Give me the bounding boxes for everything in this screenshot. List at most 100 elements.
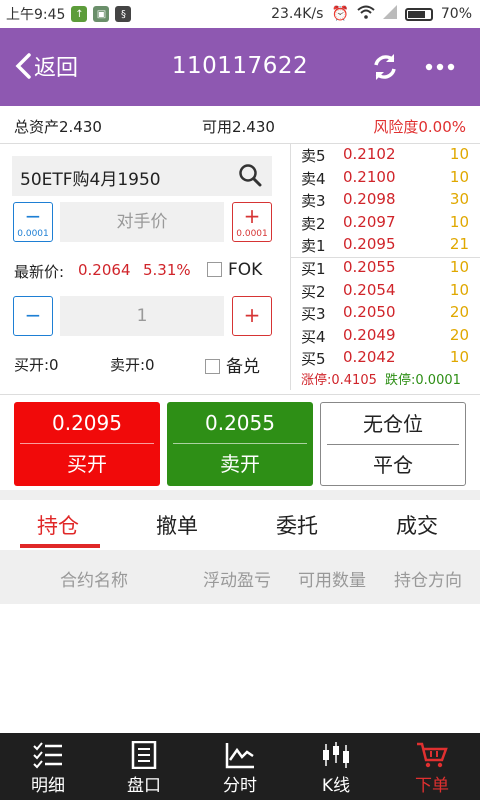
price-step-label: 0.0001 xyxy=(17,229,49,239)
close-position-label: 平仓 xyxy=(373,453,413,477)
plus-icon: + xyxy=(243,303,261,327)
ask-price: 0.2095 xyxy=(343,235,396,253)
bid-volume: 20 xyxy=(449,326,469,344)
positions-table-header: 合约名称 浮动盈亏 可用数量 持仓方向 xyxy=(0,550,480,604)
quantity-input[interactable]: 1 xyxy=(60,296,224,336)
buy-open-price: 0.2095 xyxy=(20,402,154,444)
nav-order-book[interactable]: 盘口 xyxy=(96,733,192,800)
sell-open-button[interactable]: 0.2055 卖开 xyxy=(167,402,313,486)
nav-place-order[interactable]: 下单 xyxy=(384,733,480,800)
ask-row[interactable]: 卖4 0.2100 10 xyxy=(291,168,480,190)
nav-timeshare[interactable]: 分时 xyxy=(192,733,288,800)
risk-ratio: 风险度0.00% xyxy=(373,118,466,136)
latest-change: 5.31% xyxy=(143,261,191,279)
available-funds: 可用2.430 xyxy=(202,118,275,136)
notification-app-icon: § xyxy=(115,6,132,22)
nav-label: K线 xyxy=(321,776,351,796)
covered-checkbox[interactable]: 备兑 xyxy=(205,352,260,377)
sell-open-price: 0.2055 xyxy=(173,402,307,444)
ask-volume: 30 xyxy=(449,190,469,208)
bid-row[interactable]: 买1 0.2055 10 xyxy=(291,258,480,280)
bid-price: 0.2050 xyxy=(343,303,396,321)
plus-icon: + xyxy=(243,204,261,228)
bid-row[interactable]: 买4 0.2049 20 xyxy=(291,326,480,348)
quantity-increment-button[interactable]: + xyxy=(232,296,272,336)
alarm-icon: ⏰ xyxy=(331,6,349,22)
checkbox-icon xyxy=(207,262,222,277)
cart-icon xyxy=(417,742,448,768)
tab-cancel[interactable]: 撤单 xyxy=(156,510,198,540)
buy-open-count: 买开:0 xyxy=(14,356,59,374)
limit-down: 跌停:0.0001 xyxy=(385,373,461,388)
ask-row[interactable]: 卖3 0.2098 30 xyxy=(291,190,480,212)
app-header: 返回 110117622 xyxy=(0,28,480,106)
status-bar: 上午9:45 ↑ ▣ § 23.4K/s ⏰ 70% xyxy=(0,0,480,28)
nav-label: 明细 xyxy=(31,776,65,796)
bid-label: 买2 xyxy=(301,283,326,301)
bid-row[interactable]: 买2 0.2054 10 xyxy=(291,281,480,303)
fok-checkbox[interactable]: FOK xyxy=(207,260,262,280)
price-limits: 涨停:0.4105 跌停:0.0001 xyxy=(301,369,461,388)
minus-icon: − xyxy=(24,204,42,228)
order-form: 50ETF购4月1950 − 0.0001 对手价 + 0.0001 最新价: … xyxy=(0,144,290,394)
tab-positions[interactable]: 持仓 xyxy=(37,510,79,540)
page-title: 110117622 xyxy=(171,53,309,79)
ask-row[interactable]: 卖2 0.2097 10 xyxy=(291,213,480,235)
price-step-label: 0.0001 xyxy=(236,229,268,239)
order-book: 卖5 0.2102 10 卖4 0.2100 10 卖3 0.2098 30 卖2 0.209… xyxy=(290,144,480,390)
close-position-button[interactable]: 无仓位 平仓 xyxy=(320,402,466,486)
price-input[interactable]: 对手价 xyxy=(60,202,224,242)
limit-up: 涨停:0.4105 xyxy=(301,373,377,388)
notification-app-icon: ↑ xyxy=(71,6,88,22)
tab-orders[interactable]: 委托 xyxy=(276,510,318,540)
ask-volume: 10 xyxy=(449,168,469,186)
nav-label: 盘口 xyxy=(127,776,161,796)
contract-selector[interactable]: 50ETF购4月1950 xyxy=(12,156,272,196)
ask-row[interactable]: 卖5 0.2102 10 xyxy=(291,145,480,167)
order-tabs: 持仓 撤单 委托 成交 xyxy=(0,500,480,550)
bottom-navigation: 明细 盘口 分时 K线 下单 xyxy=(0,733,480,800)
latest-price: 0.2064 xyxy=(78,261,131,279)
nav-detail[interactable]: 明细 xyxy=(0,733,96,800)
account-summary: 总资产2.430 可用2.430 风险度0.00% xyxy=(0,106,480,144)
search-icon[interactable] xyxy=(238,163,262,192)
bid-label: 买1 xyxy=(301,260,326,278)
position-status: 无仓位 xyxy=(327,403,459,445)
ask-label: 卖3 xyxy=(301,192,326,210)
latest-price-label: 最新价: xyxy=(14,263,65,281)
bid-row[interactable]: 买5 0.2042 10 xyxy=(291,348,480,370)
nav-label: 分时 xyxy=(223,776,257,796)
refresh-button[interactable] xyxy=(370,52,400,86)
ask-price: 0.2102 xyxy=(343,145,396,163)
ask-label: 卖5 xyxy=(301,147,326,165)
buy-open-button[interactable]: 0.2095 买开 xyxy=(14,402,160,486)
network-speed: 23.4K/s xyxy=(271,6,324,22)
tab-trades[interactable]: 成交 xyxy=(396,510,438,540)
divider xyxy=(0,490,480,500)
price-decrement-button[interactable]: − 0.0001 xyxy=(13,202,53,242)
total-assets: 总资产2.430 xyxy=(14,118,102,136)
column-header: 合约名称 xyxy=(60,571,128,591)
checklist-icon xyxy=(33,742,62,769)
price-increment-button[interactable]: + 0.0001 xyxy=(232,202,272,242)
more-button[interactable] xyxy=(424,52,456,86)
wifi-icon xyxy=(357,5,375,23)
ask-price: 0.2098 xyxy=(343,190,396,208)
nav-label: 下单 xyxy=(415,776,449,796)
bid-row[interactable]: 买3 0.2050 20 xyxy=(291,303,480,325)
fok-label: FOK xyxy=(228,260,263,280)
nav-kline[interactable]: K线 xyxy=(288,733,384,800)
ask-row[interactable]: 卖1 0.2095 21 xyxy=(291,235,480,257)
ask-volume: 21 xyxy=(449,235,469,253)
bid-label: 买4 xyxy=(301,328,326,346)
ask-volume: 10 xyxy=(449,145,469,163)
sell-open-label: 卖开 xyxy=(220,452,260,476)
quantity-decrement-button[interactable]: − xyxy=(13,296,53,336)
bid-price: 0.2055 xyxy=(343,258,396,276)
bid-volume: 10 xyxy=(449,348,469,366)
candlestick-icon xyxy=(323,742,349,768)
column-header: 浮动盈亏 xyxy=(203,571,271,591)
bid-price: 0.2042 xyxy=(343,348,396,366)
buy-open-label: 买开 xyxy=(67,452,107,476)
battery-icon xyxy=(404,7,433,21)
